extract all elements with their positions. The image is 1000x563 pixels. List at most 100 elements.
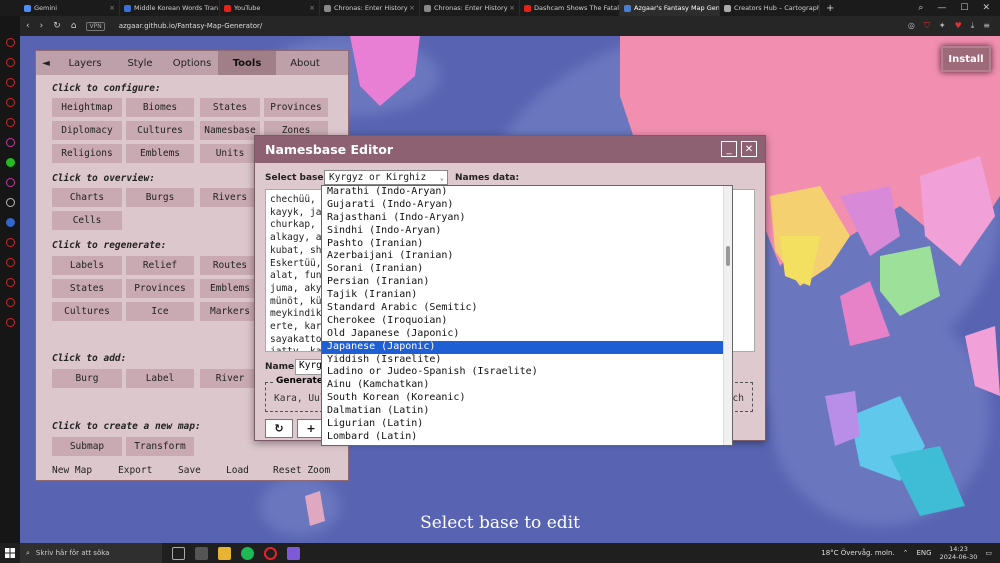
tab-close-icon[interactable]: × [109,4,115,12]
browser-tab[interactable]: Creators Hub – Cartograph× [720,0,820,16]
camera-icon[interactable]: ◎ [908,21,915,31]
browser-tab[interactable]: Chronas: Enter History × [420,0,520,16]
weather-text[interactable]: 18°C Övervåg. moln. [821,549,894,557]
base-option[interactable]: Yiddish (Israelite) [322,354,732,367]
base-option[interactable]: Standard Arabic (Semitic) [322,302,732,315]
download-icon[interactable]: ⤓ [971,21,975,31]
heart-sidebar-icon[interactable] [5,258,15,267]
browser-tab[interactable]: Azgaar's Fantasy Map Gene× [620,0,720,16]
gx-corner-icon[interactable] [5,38,15,47]
tool-button-burgs[interactable]: Burgs [126,188,194,207]
home-icon[interactable]: ⌂ [71,21,77,31]
tool-button-religions[interactable]: Religions [52,144,122,163]
back-icon[interactable]: ‹ [26,21,30,31]
tool-button-routes[interactable]: Routes [200,256,260,275]
install-button[interactable]: Install [941,46,991,72]
browser-tab[interactable]: Middle Korean Words Tran× [120,0,220,16]
tool-link-reset-zoom[interactable]: Reset Zoom [273,465,330,476]
tool-button-provinces[interactable]: Provinces [126,279,194,298]
tool-button-cultures[interactable]: Cultures [126,121,194,140]
base-option[interactable]: Tajik (Iranian) [322,289,732,302]
tool-button-heightmap[interactable]: Heightmap [52,98,122,117]
tab-close-icon[interactable]: × [509,4,515,12]
settings-icon[interactable] [5,238,15,247]
vpn-badge[interactable]: VPN [86,21,105,31]
tool-button-label[interactable]: Label [126,369,194,388]
lang-indicator[interactable]: ENG [917,549,932,557]
browser-menu-icon[interactable] [0,0,20,16]
history-icon[interactable] [5,278,15,287]
opera-gx-icon[interactable] [264,546,277,560]
tool-button-ice[interactable]: Ice [126,302,194,321]
clock[interactable]: 14:23 2024-06-30 [940,545,978,561]
base-option[interactable]: Marathi (Indo-Aryan) [322,186,732,199]
x-icon[interactable] [5,198,15,207]
refresh-icon[interactable]: ↻ [265,419,293,438]
tools-tab[interactable]: ◄ [36,51,56,75]
tool-button-provinces[interactable]: Provinces [264,98,328,117]
tool-button-burg[interactable]: Burg [52,369,122,388]
browser-tab[interactable]: Dashcam Shows The Fatal× [520,0,620,16]
base-option[interactable]: South Korean (Koreanic) [322,392,732,405]
base-option[interactable]: Cherokee (Iroquoian) [322,315,732,328]
tool-link-new-map[interactable]: New Map [52,465,92,476]
tool-button-cells[interactable]: Cells [52,211,122,230]
base-option[interactable]: Sindhi (Indo-Aryan) [322,225,732,238]
tray-chevron-icon[interactable]: ⌃ [903,549,909,557]
base-option[interactable]: Japanese (Japonic) [322,340,732,354]
start-button[interactable] [0,543,20,563]
base-option[interactable]: Gujarati (Indo-Aryan) [322,199,732,212]
base-option[interactable]: Dalmatian (Latin) [322,405,732,418]
tools-tab[interactable]: Layers [56,51,114,75]
extension-icon[interactable]: ✦ [939,21,946,31]
notification-icon[interactable]: ▭ [985,549,992,557]
tools-tab[interactable]: Tools [218,51,276,75]
base-option[interactable]: Lombard (Latin) [322,431,732,444]
tool-button-labels[interactable]: Labels [52,256,122,275]
whatsapp-icon[interactable] [5,158,15,167]
tool-button-river[interactable]: River [200,369,260,388]
tab-close-icon[interactable]: × [409,4,415,12]
search-tabs-icon[interactable]: ⌕ [918,3,923,13]
editor-titlebar[interactable]: Namesbase Editor [255,136,765,163]
select-base-dropdown[interactable]: Kyrgyz or Kirghiz ⌄ [324,170,448,185]
tool-button-namesbase[interactable]: Namesbase [200,121,260,140]
tool-button-transform[interactable]: Transform [126,437,194,456]
browser-tab[interactable]: YouTube × [220,0,320,16]
tool-button-cultures[interactable]: Cultures [52,302,122,321]
close-button[interactable]: ✕ [741,141,757,157]
tool-button-submap[interactable]: Submap [52,437,122,456]
base-option[interactable]: Ligurian (Latin) [322,418,732,431]
forward-icon[interactable]: › [40,21,44,31]
tool-link-load[interactable]: Load [226,465,249,476]
adblock-icon[interactable]: ⛉ [924,21,930,31]
messenger-icon[interactable] [5,138,15,147]
tools-tab[interactable]: About [276,51,334,75]
task-view-icon[interactable] [172,546,185,560]
tool-button-charts[interactable]: Charts [52,188,122,207]
tool-button-emblems[interactable]: Emblems [126,144,194,163]
tool-link-export[interactable]: Export [118,465,152,476]
dropdown-scrollbar[interactable] [723,186,732,445]
scrollbar-thumb[interactable] [726,246,730,266]
tool-button-rivers[interactable]: Rivers [200,188,260,207]
phone-icon[interactable] [195,546,208,560]
base-option[interactable]: Persian (Iranian) [322,276,732,289]
tab-close-icon[interactable]: × [309,4,315,12]
minimize-button[interactable]: _ [721,141,737,157]
base-option[interactable]: Ladino or Judeo-Spanish (Israelite) [322,366,732,379]
browser-tab[interactable]: Gemini × [20,0,120,16]
taskbar-search[interactable]: ⌕ Skriv här för att söka [20,543,162,563]
cube-icon[interactable] [5,298,15,307]
instagram-icon[interactable] [5,178,15,187]
tool-button-units[interactable]: Units [200,144,260,163]
shop-icon[interactable] [5,58,15,67]
gear-icon[interactable] [5,318,15,327]
base-option[interactable]: Sorani (Iranian) [322,263,732,276]
game-icon[interactable] [287,546,300,560]
tool-button-emblems[interactable]: Emblems [200,279,260,298]
close-window-icon[interactable]: ✕ [982,3,990,13]
base-option[interactable]: Rajasthani (Indo-Aryan) [322,212,732,225]
base-options-list[interactable]: Marathi (Indo-Aryan) Gujarati (Indo-Aryan… [321,185,733,446]
base-option[interactable]: Ainu (Kamchatkan) [322,379,732,392]
